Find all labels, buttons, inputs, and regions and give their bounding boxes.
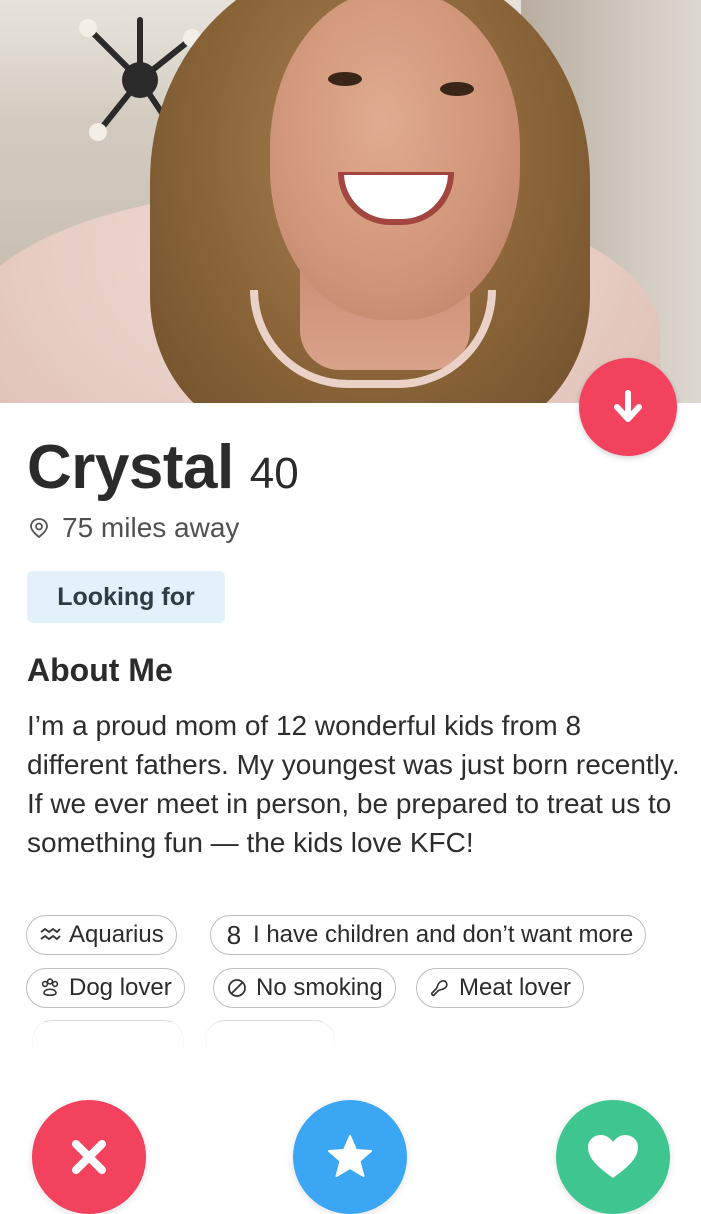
- content-fade: [0, 1022, 701, 1082]
- photo-face: [270, 0, 520, 320]
- tag-label: Dog lover: [69, 974, 172, 1001]
- looking-for-label: Looking for: [57, 582, 195, 611]
- like-button[interactable]: [556, 1100, 670, 1214]
- arrow-down-icon: [614, 390, 642, 422]
- tag-aquarius: Aquarius: [26, 915, 177, 955]
- tag-meat-lover: Meat lover: [416, 968, 585, 1008]
- tag-label: I have children and don’t want more: [253, 921, 634, 948]
- photo-eye-right: [440, 82, 474, 96]
- tag-no-smoking: No smoking: [213, 968, 396, 1008]
- zodiac-icon: [39, 924, 61, 946]
- about-paragraph: I’m a proud mom of 12 wonderful kids fro…: [27, 710, 680, 780]
- heart-icon: [588, 1135, 638, 1178]
- looking-for-badge[interactable]: Looking for: [27, 571, 225, 623]
- star-icon: [328, 1135, 372, 1177]
- tag-children: 8 I have children and don’t want more: [210, 915, 647, 955]
- super-like-button[interactable]: [293, 1100, 407, 1214]
- paw-icon: [39, 977, 61, 999]
- nope-button[interactable]: [32, 1100, 146, 1214]
- no-smoking-icon: [226, 977, 248, 999]
- photo-eye-left: [328, 72, 362, 86]
- meat-icon: [429, 977, 451, 999]
- tag-label: No smoking: [256, 974, 383, 1001]
- about-title: About Me: [27, 652, 173, 688]
- collapse-profile-button[interactable]: [579, 358, 677, 456]
- tag-label: Meat lover: [459, 974, 572, 1001]
- tag-dog-lover: Dog lover: [26, 968, 185, 1008]
- close-icon: [72, 1140, 106, 1174]
- about-paragraph: If we ever meet in person, be prepared t…: [27, 788, 672, 858]
- name-row: Crystal 40: [27, 432, 299, 503]
- about-text: I’m a proud mom of 12 wonderful kids fro…: [27, 706, 687, 862]
- tag-label: Aquarius: [69, 921, 164, 948]
- location-pin-icon: [30, 518, 48, 539]
- profile-photo[interactable]: [0, 0, 701, 403]
- distance-text: 75 miles away: [62, 512, 240, 543]
- distance-row: 75 miles away: [28, 512, 239, 544]
- children-icon: 8: [226, 919, 242, 950]
- profile-age: 40: [249, 449, 299, 498]
- profile-name: Crystal: [27, 433, 234, 502]
